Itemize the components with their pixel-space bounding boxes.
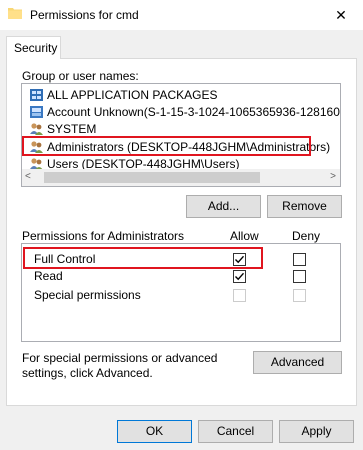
deny-checkbox[interactable]: [293, 253, 306, 266]
list-item-label: Administrators (DESKTOP-448JGHM\Administ…: [47, 140, 331, 154]
close-icon[interactable]: ✕: [330, 5, 352, 25]
permission-name: Read: [34, 269, 63, 283]
permissions-label: Permissions for Administrators: [22, 229, 185, 243]
tab-security[interactable]: Security: [6, 36, 61, 59]
apply-button[interactable]: Apply: [279, 420, 354, 443]
allow-checkbox[interactable]: [233, 253, 246, 266]
deny-checkbox-disabled: [293, 289, 306, 302]
permissions-list: Full Control Read Special permissions: [21, 243, 341, 342]
advanced-hint-text: For special permissions or advanced sett…: [22, 351, 218, 380]
window-title: Permissions for cmd: [30, 8, 139, 22]
list-item-label: ALL APPLICATION PACKAGES: [47, 88, 218, 102]
add-button[interactable]: Add...: [186, 195, 261, 218]
horizontal-scrollbar[interactable]: < >: [22, 169, 340, 186]
user-group-icon: [30, 123, 43, 135]
list-item-label: SYSTEM: [47, 122, 97, 136]
list-item[interactable]: SYSTEM: [22, 121, 340, 137]
scrollbar-thumb[interactable]: [44, 172, 260, 183]
advanced-button[interactable]: Advanced: [253, 351, 342, 374]
scroll-right-icon[interactable]: >: [330, 171, 336, 182]
scroll-left-icon[interactable]: <: [25, 171, 31, 182]
user-group-icon: [30, 141, 43, 153]
allow-checkbox-disabled: [233, 289, 246, 302]
checkmark-icon: [235, 272, 245, 281]
deny-checkbox[interactable]: [293, 270, 306, 283]
checkmark-icon: [235, 255, 245, 264]
permission-name: Full Control: [34, 252, 96, 266]
list-item[interactable]: ALL APPLICATION PACKAGES: [22, 87, 340, 103]
package-group-icon: [30, 89, 43, 101]
group-list-label: Group or user names:: [22, 69, 139, 83]
allow-checkbox[interactable]: [233, 270, 246, 283]
ok-button[interactable]: OK: [117, 420, 192, 443]
folder-icon: [8, 8, 22, 19]
cancel-button[interactable]: Cancel: [198, 420, 273, 443]
title-bar: Permissions for cmd ✕: [0, 0, 363, 30]
permission-name: Special permissions: [34, 288, 141, 302]
remove-button[interactable]: Remove: [267, 195, 342, 218]
list-item-label: Account Unknown(S-1-15-3-1024-1065365936…: [47, 105, 341, 119]
allow-column-header: Allow: [230, 229, 259, 243]
unknown-account-icon: [30, 106, 43, 118]
list-item[interactable]: Account Unknown(S-1-15-3-1024-1065365936…: [22, 104, 340, 120]
tab-label: Security: [14, 41, 58, 55]
deny-column-header: Deny: [292, 229, 321, 243]
list-item-selected[interactable]: Administrators (DESKTOP-448JGHM\Administ…: [22, 139, 340, 155]
group-user-list[interactable]: ALL APPLICATION PACKAGES Account Unknown…: [21, 83, 341, 187]
